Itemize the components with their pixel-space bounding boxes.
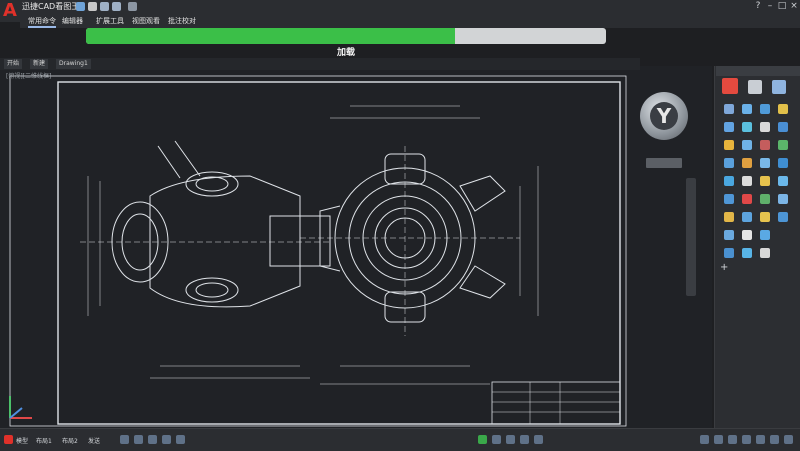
polyline-icon[interactable] xyxy=(742,104,752,114)
viewport-label[interactable]: [俯视][二维线框] xyxy=(6,71,51,80)
match-properties-icon[interactable] xyxy=(742,248,752,258)
explode-icon[interactable] xyxy=(760,176,770,186)
layout-tab-1[interactable]: 布局1 xyxy=(36,436,52,445)
ucs-icon xyxy=(9,396,32,419)
save-icon[interactable] xyxy=(76,2,85,11)
ribbon-tab-common[interactable]: 常用命令 xyxy=(28,16,56,28)
viewcube-face[interactable]: Y xyxy=(650,102,678,130)
ellipse-icon[interactable] xyxy=(742,122,752,132)
tool-palette-header[interactable] xyxy=(716,66,800,76)
mtext-icon[interactable] xyxy=(742,212,752,222)
ribbon-tab-extend[interactable]: 扩展工具 xyxy=(96,16,124,26)
isolate-icon[interactable] xyxy=(520,435,529,444)
maximize-button[interactable]: □ xyxy=(776,0,788,12)
workspace-icon[interactable] xyxy=(492,435,501,444)
menu-icon[interactable] xyxy=(784,435,793,444)
properties-icon[interactable] xyxy=(724,248,734,258)
quick-properties-icon[interactable] xyxy=(714,435,723,444)
trim-icon[interactable] xyxy=(760,158,770,168)
mirror-icon[interactable] xyxy=(724,158,734,168)
ribbon-tab-annotate[interactable]: 批注校对 xyxy=(168,16,196,26)
image-icon[interactable] xyxy=(772,80,786,94)
spline-icon[interactable] xyxy=(778,122,788,132)
file-tab-start[interactable]: 开始 xyxy=(4,59,23,69)
lock-ui-icon[interactable] xyxy=(728,435,737,444)
quick-access-dropdown-icon[interactable] xyxy=(128,2,137,11)
hatch-icon[interactable] xyxy=(760,122,770,132)
pdf-icon[interactable] xyxy=(722,78,738,94)
layer-icon[interactable] xyxy=(760,230,770,240)
drawing-canvas[interactable] xyxy=(0,66,712,428)
annotation-scale-icon[interactable] xyxy=(478,435,487,444)
dimension-icon[interactable] xyxy=(724,194,734,204)
circle-icon[interactable] xyxy=(760,104,770,114)
cad-drawing xyxy=(9,75,627,427)
leader-icon[interactable] xyxy=(778,212,788,222)
extend-icon[interactable] xyxy=(778,158,788,168)
move-icon[interactable] xyxy=(724,140,734,150)
document-icon[interactable] xyxy=(748,80,762,94)
offset-icon[interactable] xyxy=(742,158,752,168)
table-icon[interactable] xyxy=(760,212,770,222)
insert-icon[interactable] xyxy=(742,230,752,240)
viewcube-wcs-button[interactable] xyxy=(646,158,682,168)
loading-label: 加载 xyxy=(336,48,355,58)
osnap-icon[interactable] xyxy=(176,435,185,444)
hardware-icon[interactable] xyxy=(534,435,543,444)
minimize-button[interactable]: – xyxy=(764,0,776,12)
fullscreen-icon[interactable] xyxy=(756,435,765,444)
rectangle-icon[interactable] xyxy=(724,122,734,132)
loading-progress-fill xyxy=(86,28,456,44)
file-tab-bar: 开始 新建 Drawing1 xyxy=(0,58,640,70)
close-button[interactable]: × xyxy=(788,0,800,12)
array-icon[interactable] xyxy=(742,176,752,186)
erase-icon[interactable] xyxy=(742,194,752,204)
units-icon[interactable] xyxy=(700,435,709,444)
undo-icon[interactable] xyxy=(100,2,109,11)
lock-icon[interactable] xyxy=(506,435,515,444)
model-tab[interactable]: 模型 xyxy=(16,436,28,445)
app-logo[interactable]: A xyxy=(0,0,20,22)
model-space-icon[interactable] xyxy=(4,435,13,444)
ortho-icon[interactable] xyxy=(148,435,157,444)
navigation-bar[interactable] xyxy=(686,178,696,296)
customize-icon[interactable] xyxy=(770,435,779,444)
block-icon[interactable] xyxy=(724,230,734,240)
measure-icon[interactable] xyxy=(760,194,770,204)
area-icon[interactable] xyxy=(778,194,788,204)
rotate-icon[interactable] xyxy=(760,140,770,150)
status-bar: 模型 布局1 布局2 发送 xyxy=(0,428,800,451)
layout-tab-send[interactable]: 发送 xyxy=(88,436,100,445)
print-icon[interactable] xyxy=(88,2,97,11)
copy-icon[interactable] xyxy=(742,140,752,150)
help-button[interactable]: ? xyxy=(752,0,764,12)
scale-icon[interactable] xyxy=(778,140,788,150)
line-icon[interactable] xyxy=(724,104,734,114)
clean-screen-icon[interactable] xyxy=(742,435,751,444)
stretch-icon[interactable] xyxy=(778,176,788,186)
tool-palette xyxy=(714,66,800,428)
ribbon-tab-bar: 常用命令 编辑器 扩展工具 视图观看 批注校对 xyxy=(20,14,800,28)
ribbon-tab-editor[interactable]: 编辑器 xyxy=(62,16,83,26)
arc-icon[interactable] xyxy=(778,104,788,114)
grid-icon[interactable] xyxy=(120,435,129,444)
polar-icon[interactable] xyxy=(162,435,171,444)
fillet-icon[interactable] xyxy=(724,176,734,186)
print-preview-icon[interactable] xyxy=(760,248,770,258)
file-tab-drawing[interactable]: Drawing1 xyxy=(56,59,91,69)
snap-icon[interactable] xyxy=(134,435,143,444)
redo-icon[interactable] xyxy=(112,2,121,11)
app-title: 迅捷CAD看图王 xyxy=(22,2,80,11)
add-tool-icon[interactable]: + xyxy=(720,262,728,273)
text-icon[interactable] xyxy=(724,212,734,222)
ribbon-tab-view[interactable]: 视图观看 xyxy=(132,16,160,26)
layout-tab-2[interactable]: 布局2 xyxy=(62,436,78,445)
file-tab-new[interactable]: 新建 xyxy=(30,59,49,69)
loading-progress-bar xyxy=(86,28,606,44)
